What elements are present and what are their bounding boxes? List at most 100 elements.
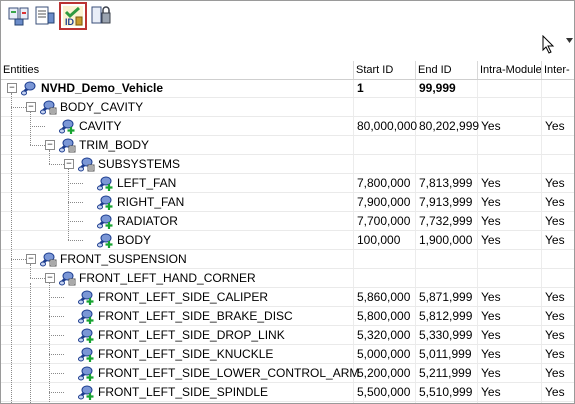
table-row[interactable]: − FRONT_SUSPENSION [1,250,574,269]
intra-module-cell[interactable]: Yes [481,193,501,211]
start-id-cell[interactable]: 7,800,000 [357,174,410,192]
inter-module-cell[interactable]: Yes [545,364,565,382]
column-header-entities[interactable]: Entities [1,61,354,79]
start-id-cell[interactable]: 7,700,000 [357,212,410,230]
inter-module-cell[interactable]: Yes [545,174,565,192]
start-id-cell[interactable]: 100,000 [357,231,400,249]
collapse-toggle[interactable]: − [45,140,55,150]
start-id-cell[interactable]: 5,800,000 [357,307,410,325]
start-id-cell[interactable]: 5,320,000 [357,326,410,344]
collapse-toggle[interactable]: − [26,254,36,264]
end-id-cell[interactable]: 5,011,999 [419,345,472,363]
entity-name[interactable]: FRONT_LEFT_HAND_CORNER [79,269,256,287]
start-id-cell[interactable]: 5,200,000 [357,364,410,382]
start-id-cell[interactable]: 1 [357,79,364,97]
collapse-toggle[interactable]: − [26,102,36,112]
collapse-toggle[interactable]: − [64,159,74,169]
column-header-inter-module[interactable]: Inter- [542,61,574,79]
intra-module-cell[interactable]: Yes [481,117,501,135]
start-id-cell[interactable]: 5,000,000 [357,345,410,363]
entity-report-button[interactable] [7,4,31,28]
id-manager-button[interactable]: ID [59,2,87,30]
entity-name[interactable]: FRONT_LEFT_SIDE_BRAKE_DISC [98,307,293,325]
inter-module-cell[interactable]: Yes [545,117,565,135]
intra-module-cell[interactable]: Yes [481,326,501,344]
end-id-cell[interactable]: 7,913,999 [419,193,472,211]
inter-module-cell[interactable]: Yes [545,345,565,363]
table-row[interactable]: FRONT_LEFT_SIDE_KNUCKLE 5,000,000 5,011,99… [1,345,574,364]
table-row[interactable]: FRONT_LEFT_SIDE_LOWER_CONTROL_ARM 5,200,0… [1,364,574,383]
end-id-cell[interactable]: 5,211,999 [419,364,472,382]
intra-module-cell[interactable]: Yes [481,364,501,382]
collapse-toggle[interactable]: − [45,273,55,283]
entity-name[interactable]: SUBSYSTEMS [98,155,180,173]
table-row[interactable]: − BODY_CAVITY [1,98,574,117]
table-row[interactable]: − NVHD_Demo_Vehicle 1 99,999 [1,79,574,98]
table-row[interactable]: − SUBSYSTEMS [1,155,574,174]
intra-module-cell[interactable]: Yes [481,212,501,230]
table-row[interactable]: RADIATOR 7,700,000 7,732,999 Yes Yes [1,212,574,231]
intra-module-cell[interactable]: Yes [481,231,501,249]
dropdown-arrow-icon[interactable] [565,36,575,46]
start-id-cell[interactable]: 7,900,000 [357,193,410,211]
entity-name[interactable]: FRONT_SUSPENSION [60,250,187,268]
inter-module-cell[interactable]: Yes [545,326,565,344]
column-header-intra-module[interactable]: Intra-Module [478,61,542,79]
entity-name[interactable]: CAVITY [79,117,121,135]
inter-module-cell[interactable]: Yes [545,307,565,325]
end-id-cell[interactable]: 80,202,999 [419,117,479,135]
end-id-cell[interactable]: 7,732,999 [419,212,472,230]
inter-module-cell[interactable]: Yes [545,288,565,306]
entity-name[interactable]: RADIATOR [117,212,178,230]
inter-module-cell[interactable]: Yes [545,212,565,230]
end-id-cell[interactable]: 1,900,000 [419,231,472,249]
entity-name[interactable]: BODY [117,231,151,249]
inter-module-cell[interactable]: Yes [545,193,565,211]
start-id-cell[interactable]: 5,500,000 [357,383,410,401]
intra-module-cell[interactable]: Yes [481,174,501,192]
end-id-cell[interactable]: 5,812,999 [419,307,472,325]
table-row[interactable]: CAVITY 80,000,000 80,202,999 Yes Yes [1,117,574,136]
inter-module-cell[interactable]: Yes [545,383,565,401]
table-row[interactable]: FRONT_LEFT_SIDE_DROP_LINK 5,320,000 5,330,… [1,326,574,345]
table-row[interactable]: FRONT_LEFT_SIDE_CALIPER 5,860,000 5,871,99… [1,288,574,307]
entity-name[interactable]: FRONT_LEFT_SIDE_SPINDLE [98,383,268,401]
entity-name[interactable]: FRONT_LEFT_SIDE_KNUCKLE [98,345,273,363]
column-header-start-id[interactable]: Start ID [354,61,416,79]
intra-module-cell[interactable]: Yes [481,345,501,363]
entity-name[interactable]: FRONT_LEFT_SIDE_DROP_LINK [98,326,285,344]
end-id-cell[interactable]: 99,999 [419,79,456,97]
inter-module-cell[interactable]: Yes [545,231,565,249]
intra-module-cell[interactable]: Yes [481,288,501,306]
table-row[interactable]: BODY 100,000 1,900,000 Yes Yes [1,231,574,250]
entity-list-button[interactable] [33,4,57,28]
table-row[interactable]: FRONT_LEFT_SIDE_SPINDLE 5,500,000 5,510,99… [1,383,574,402]
tree-connector [30,145,45,146]
entity-name[interactable]: FRONT_LEFT_SIDE_LOWER_CONTROL_ARM [98,364,359,382]
module-leaf-icon [96,194,114,211]
table-row[interactable]: − TRIM_BODY [1,136,574,155]
start-id-cell[interactable]: 80,000,000 [357,117,417,135]
entity-report-icon [8,7,29,26]
end-id-cell[interactable]: 5,330,999 [419,326,472,344]
id-locked-button[interactable] [89,4,113,28]
end-id-cell[interactable]: 7,813,999 [419,174,472,192]
table-row[interactable]: RIGHT_FAN 7,900,000 7,913,999 Yes Yes [1,193,574,212]
intra-module-cell[interactable]: Yes [481,307,501,325]
table-row[interactable]: LEFT_FAN 7,800,000 7,813,999 Yes Yes [1,174,574,193]
table-row[interactable]: − FRONT_LEFT_HAND_CORNER [1,269,574,288]
end-id-cell[interactable]: 5,871,999 [419,288,472,306]
table-header: Entities Start ID End ID Intra-Module In… [1,61,574,80]
entity-name[interactable]: BODY_CAVITY [60,98,143,116]
column-header-end-id[interactable]: End ID [416,61,478,79]
collapse-toggle[interactable]: − [7,83,17,93]
entity-name[interactable]: FRONT_LEFT_SIDE_CALIPER [98,288,268,306]
intra-module-cell[interactable]: Yes [481,383,501,401]
end-id-cell[interactable]: 5,510,999 [419,383,472,401]
entity-name[interactable]: RIGHT_FAN [117,193,184,211]
table-row[interactable]: FRONT_LEFT_SIDE_BRAKE_DISC 5,800,000 5,812… [1,307,574,326]
entity-name[interactable]: NVHD_Demo_Vehicle [41,79,163,97]
entity-name[interactable]: LEFT_FAN [117,174,176,192]
start-id-cell[interactable]: 5,860,000 [357,288,410,306]
entity-name[interactable]: TRIM_BODY [79,136,149,154]
